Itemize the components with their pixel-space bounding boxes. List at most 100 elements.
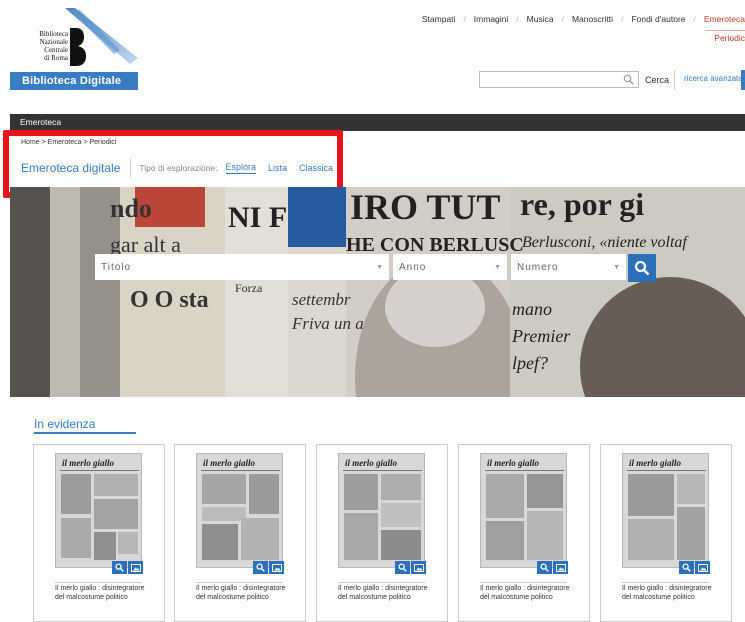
library-logo[interactable]: Biblioteca Nazionale Centrale di Roma Bi… bbox=[10, 8, 138, 90]
divider bbox=[674, 70, 675, 90]
logo-text: Biblioteca Nazionale Centrale di Roma bbox=[24, 30, 68, 62]
image-icon bbox=[697, 563, 708, 572]
nav-item-manoscritti[interactable]: Manoscritti bbox=[572, 14, 613, 24]
page-scan bbox=[343, 470, 422, 560]
newspaper-thumbnail[interactable]: il merlo giallo bbox=[55, 453, 142, 568]
masthead: il merlo giallo bbox=[629, 458, 682, 468]
featured-card[interactable]: il merlo giallo Il merlo giallo : disint… bbox=[458, 444, 590, 622]
image-button[interactable] bbox=[695, 561, 710, 574]
top-navigation: Stampati / Immagini / Musica / Manoscrit… bbox=[422, 14, 745, 24]
zoom-button[interactable] bbox=[112, 561, 127, 574]
titolo-select[interactable]: Titolo ▼ bbox=[95, 254, 389, 280]
nav-item-emeroteca[interactable]: Emeroteca bbox=[704, 14, 745, 24]
card-caption[interactable]: Il merlo giallo : disintegratore del mal… bbox=[622, 585, 722, 602]
card-caption[interactable]: Il merlo giallo : disintegratore del mal… bbox=[338, 585, 438, 602]
image-button[interactable] bbox=[411, 561, 426, 574]
search-icon bbox=[634, 260, 650, 276]
nav-separator: / bbox=[621, 14, 624, 24]
page-scan bbox=[60, 470, 139, 560]
image-icon bbox=[130, 563, 141, 572]
masthead: il merlo giallo bbox=[487, 458, 540, 468]
featured-card[interactable]: il merlo giallo Il merlo giallo : disint… bbox=[600, 444, 732, 622]
logo-title-bar: Biblioteca Digitale bbox=[10, 72, 138, 90]
hero-banner: ndo gar alt a O O sta NI F Forza settemb… bbox=[10, 187, 745, 397]
newspaper-thumbnail[interactable]: il merlo giallo bbox=[622, 453, 709, 568]
zoom-button[interactable] bbox=[395, 561, 410, 574]
image-button[interactable] bbox=[269, 561, 284, 574]
nav-item-fondi-autore[interactable]: Fondi d'autore bbox=[631, 14, 685, 24]
card-divider bbox=[480, 582, 567, 583]
logo-line: di Roma bbox=[44, 54, 68, 62]
card-divider bbox=[196, 582, 283, 583]
zoom-button[interactable] bbox=[537, 561, 552, 574]
nav-subitem-periodici[interactable]: Periodic bbox=[705, 30, 745, 43]
advanced-search-link[interactable]: ricerca avanzata bbox=[684, 74, 743, 83]
zoom-button[interactable] bbox=[679, 561, 694, 574]
hero-headline: settembr bbox=[292, 290, 351, 309]
image-button[interactable] bbox=[553, 561, 568, 574]
titolo-placeholder: Titolo bbox=[101, 261, 132, 273]
hero-headline: lpef? bbox=[512, 353, 548, 373]
chevron-down-icon: ▼ bbox=[494, 263, 501, 271]
card-caption[interactable]: Il merlo giallo : disintegratore del mal… bbox=[55, 585, 155, 602]
chevron-down-icon: ▼ bbox=[376, 263, 383, 271]
hero-headline: Berlusconi, «niente voltaf bbox=[522, 234, 689, 251]
search-button[interactable]: Cerca bbox=[645, 75, 669, 85]
card-caption[interactable]: Il merlo giallo : disintegratore del mal… bbox=[480, 585, 580, 602]
hero-headline: IRO TUT bbox=[350, 187, 500, 227]
edge-accent bbox=[741, 70, 745, 90]
nav-separator: / bbox=[516, 14, 519, 24]
chevron-down-icon: ▼ bbox=[613, 263, 620, 271]
search-icon bbox=[115, 563, 124, 572]
hero-headline: Forza bbox=[235, 281, 263, 295]
nav-item-musica[interactable]: Musica bbox=[527, 14, 554, 24]
zoom-button[interactable] bbox=[253, 561, 268, 574]
search-box bbox=[479, 71, 639, 90]
search-icon bbox=[682, 563, 691, 572]
anno-select[interactable]: Anno ▼ bbox=[393, 254, 507, 280]
newspaper-thumbnail[interactable]: il merlo giallo bbox=[338, 453, 425, 568]
page-scan bbox=[627, 470, 706, 560]
hero-headline: re, por gi bbox=[520, 187, 644, 222]
numero-select[interactable]: Numero ▼ bbox=[511, 254, 626, 280]
page-scan bbox=[485, 470, 564, 560]
logo-line: Centrale bbox=[44, 46, 68, 54]
nav-item-stampati[interactable]: Stampati bbox=[422, 14, 456, 24]
newspaper-thumbnail[interactable]: il merlo giallo bbox=[480, 453, 567, 568]
featured-card[interactable]: il merlo giallo Il merlo giallo : disint… bbox=[33, 444, 165, 622]
logo-line: Nazionale bbox=[39, 38, 68, 46]
image-icon bbox=[271, 563, 282, 572]
search-icon[interactable] bbox=[623, 74, 634, 85]
hero-headline: NI F bbox=[228, 201, 287, 234]
hero-headline: Friva un a bbox=[291, 314, 364, 333]
logo-line: Biblioteca bbox=[39, 30, 68, 38]
headline-layer: ndo gar alt a O O sta NI F Forza settemb… bbox=[110, 187, 689, 373]
nav-item-immagini[interactable]: Immagini bbox=[474, 14, 508, 24]
image-icon bbox=[413, 563, 424, 572]
featured-card[interactable]: il merlo giallo Il merlo giallo : disint… bbox=[316, 444, 448, 622]
hero-headline: mano bbox=[512, 299, 552, 319]
featured-card[interactable]: il merlo giallo Il merlo giallo : disint… bbox=[174, 444, 306, 622]
image-button[interactable] bbox=[128, 561, 143, 574]
search-icon bbox=[398, 563, 407, 572]
page: Biblioteca Nazionale Centrale di Roma Bi… bbox=[0, 0, 745, 622]
nav-separator: / bbox=[693, 14, 696, 24]
masthead: il merlo giallo bbox=[62, 458, 115, 468]
newspaper-thumbnail[interactable]: il merlo giallo bbox=[196, 453, 283, 568]
image-icon bbox=[555, 563, 566, 572]
section-bar: Emeroteca bbox=[10, 114, 745, 131]
card-divider bbox=[55, 582, 142, 583]
masthead: il merlo giallo bbox=[345, 458, 398, 468]
hero-headline: ndo bbox=[110, 194, 152, 223]
section-title: In evidenza bbox=[34, 417, 96, 431]
card-divider bbox=[622, 582, 709, 583]
search-input[interactable] bbox=[480, 74, 620, 90]
masthead: il merlo giallo bbox=[203, 458, 256, 468]
search-icon bbox=[256, 563, 265, 572]
hero-search-button[interactable] bbox=[628, 254, 656, 282]
nav-separator: / bbox=[463, 14, 466, 24]
card-caption[interactable]: Il merlo giallo : disintegratore del mal… bbox=[196, 585, 296, 602]
hero-headline: O O sta bbox=[130, 287, 209, 313]
page-scan bbox=[201, 470, 280, 560]
hero-headline: Premier bbox=[511, 326, 571, 346]
